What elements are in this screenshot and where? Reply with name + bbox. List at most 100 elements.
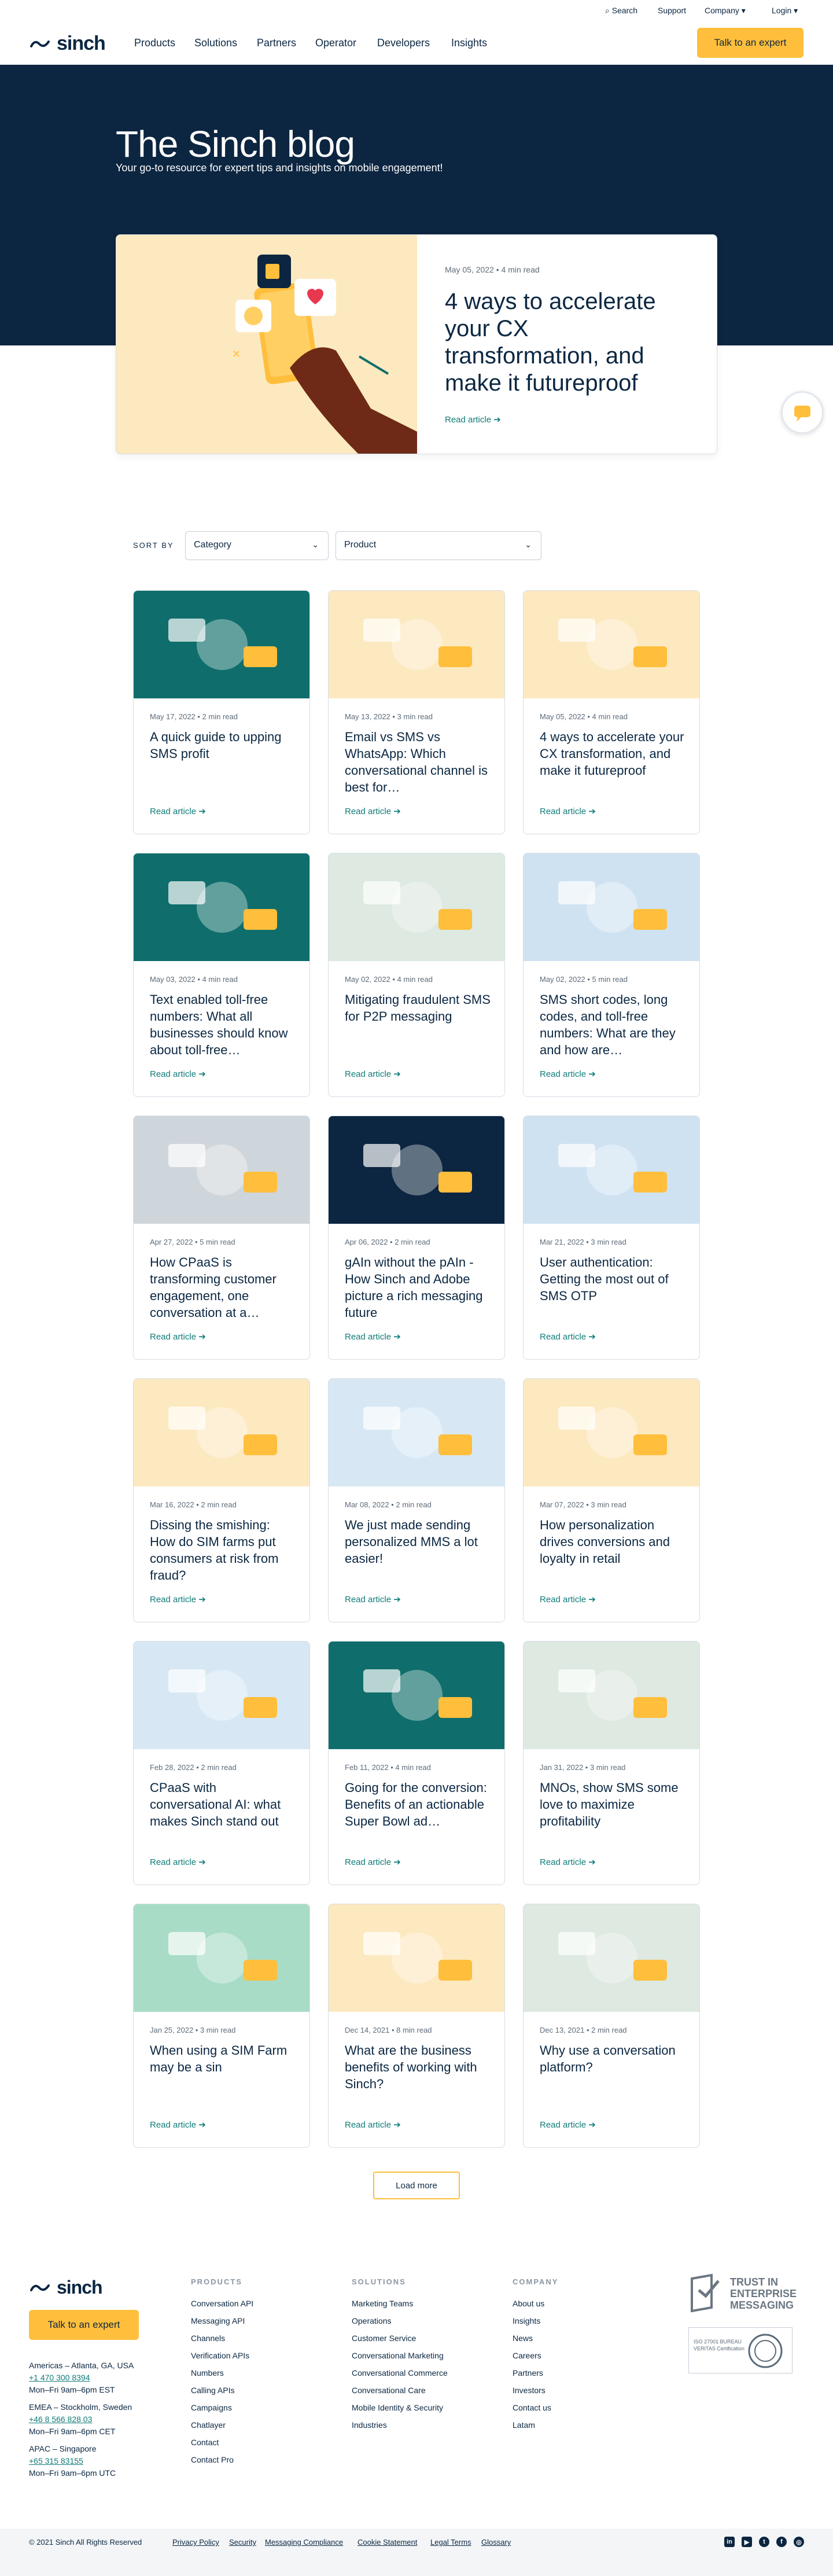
legal-terms-link[interactable]: Legal Terms [430,2538,471,2546]
article-card[interactable]: Mar 07, 2022 • 3 min read How personaliza… [523,1378,700,1622]
article-title[interactable]: SMS short codes, long codes, and toll-fr… [540,991,685,1058]
article-title[interactable]: User authentication: Getting the most ou… [540,1254,685,1304]
footer-link[interactable]: Conversational Marketing [352,2347,448,2364]
article-card[interactable]: Apr 27, 2022 • 5 min read How CPaaS is tr… [133,1116,310,1360]
footer-link[interactable]: Contact us [513,2399,551,2416]
read-article-link[interactable]: Read article ➔ [345,1069,401,1079]
article-card[interactable]: Apr 06, 2022 • 2 min read gAIn without th… [328,1116,505,1360]
glossary-link[interactable]: Glossary [481,2538,511,2546]
read-article-link[interactable]: Read article ➔ [540,806,596,816]
article-title[interactable]: gAIn without the pAIn - How Sinch and Ad… [345,1254,491,1321]
featured-title[interactable]: 4 ways to accelerate your CX transformat… [445,288,688,397]
security-link[interactable]: Security [229,2538,256,2546]
article-title[interactable]: Text enabled toll-free numbers: What all… [150,991,296,1058]
footer-link[interactable]: Industries [352,2416,448,2434]
product-select[interactable]: Product ⌄ [336,531,541,560]
cookie-statement-link[interactable]: Cookie Statement [357,2538,417,2546]
read-article-link[interactable]: Read article ➔ [345,1857,401,1867]
youtube-icon[interactable]: ▶ [742,2537,752,2547]
article-card[interactable]: Jan 25, 2022 • 3 min read When using a SI… [133,1904,310,2148]
article-card[interactable]: Mar 08, 2022 • 2 min read We just made se… [328,1378,505,1622]
article-card[interactable]: May 02, 2022 • 5 min read SMS short codes… [523,853,700,1097]
facebook-icon[interactable]: f [776,2537,787,2547]
footer-link[interactable]: Conversational Commerce [352,2364,448,2382]
read-article-link[interactable]: Read article ➔ [150,1331,206,1342]
article-title[interactable]: We just made sending personalized MMS a … [345,1517,491,1567]
footer-link[interactable]: Chatlayer [191,2416,253,2434]
category-select[interactable]: Category ⌄ [185,531,329,560]
read-article-link[interactable]: Read article ➔ [540,1331,596,1342]
nav-developers[interactable]: Developers [377,37,430,49]
support-link[interactable]: Support [658,6,686,15]
footer-link[interactable]: Insights [513,2312,551,2330]
footer-link[interactable]: Marketing Teams [352,2295,448,2312]
nav-solutions[interactable]: Solutions [194,37,237,49]
footer-link[interactable]: Mobile Identity & Security [352,2399,448,2416]
footer-talk-to-expert-button[interactable]: Talk to an expert [29,2310,139,2340]
read-article-link[interactable]: Read article ➔ [540,1069,596,1079]
article-title[interactable]: Email vs SMS vs WhatsApp: Which conversa… [345,728,491,796]
footer-link[interactable]: Calling APIs [191,2382,253,2399]
article-card[interactable]: May 17, 2022 • 2 min read A quick guide t… [133,590,310,834]
footer-link[interactable]: Conversation API [191,2295,253,2312]
featured-read-link[interactable]: Read article ➔ [445,414,501,425]
article-title[interactable]: Why use a conversation platform? [540,2042,685,2075]
footer-link[interactable]: Latam [513,2416,551,2434]
article-card[interactable]: May 03, 2022 • 4 min read Text enabled to… [133,853,310,1097]
article-title[interactable]: MNOs, show SMS some love to maximize pro… [540,1779,685,1830]
article-title[interactable]: When using a SIM Farm may be a sin [150,2042,296,2075]
read-article-link[interactable]: Read article ➔ [150,1857,206,1867]
read-article-link[interactable]: Read article ➔ [540,2119,596,2130]
nav-operator[interactable]: Operator [315,37,356,49]
article-title[interactable]: How personalization drives conversions a… [540,1517,685,1567]
twitter-icon[interactable]: t [759,2537,769,2547]
messaging-compliance-link[interactable]: Messaging Compliance [265,2538,343,2546]
article-card[interactable]: Dec 14, 2021 • 8 min read What are the bu… [328,1904,505,2148]
nav-partners[interactable]: Partners [257,37,296,49]
instagram-icon[interactable]: ◎ [794,2537,804,2547]
nav-insights[interactable]: Insights [451,37,487,49]
article-title[interactable]: How CPaaS is transforming customer engag… [150,1254,296,1321]
article-card[interactable]: May 13, 2022 • 3 min read Email vs SMS vs… [328,590,505,834]
company-menu[interactable]: Company ▾ [705,6,746,16]
footer-link[interactable]: Operations [352,2312,448,2330]
article-card[interactable]: Jan 31, 2022 • 3 min read MNOs, show SMS … [523,1641,700,1885]
article-card[interactable]: Mar 21, 2022 • 3 min read User authentica… [523,1116,700,1360]
privacy-policy-link[interactable]: Privacy Policy [172,2538,219,2546]
article-title[interactable]: Going for the conversion: Benefits of an… [345,1779,491,1830]
article-title[interactable]: Dissing the smishing: How do SIM farms p… [150,1517,296,1584]
search-link[interactable]: ⌕ Search [605,6,637,16]
article-title[interactable]: Mitigating fraudulent SMS for P2P messag… [345,991,491,1025]
load-more-button[interactable]: Load more [373,2172,460,2199]
article-card[interactable]: Dec 13, 2021 • 2 min read Why use a conve… [523,1904,700,2148]
footer-link[interactable]: Channels [191,2330,253,2347]
read-article-link[interactable]: Read article ➔ [345,806,401,816]
footer-link[interactable]: News [513,2330,551,2347]
phone-link[interactable]: +1 470 300 8394 [29,2372,134,2384]
read-article-link[interactable]: Read article ➔ [540,1594,596,1605]
footer-link[interactable]: Campaigns [191,2399,253,2416]
phone-link[interactable]: +65 315 83155 [29,2455,116,2467]
footer-link[interactable]: About us [513,2295,551,2312]
footer-link[interactable]: Messaging API [191,2312,253,2330]
article-title[interactable]: What are the business benefits of workin… [345,2042,491,2092]
footer-link[interactable]: Verification APIs [191,2347,253,2364]
read-article-link[interactable]: Read article ➔ [345,1331,401,1342]
read-article-link[interactable]: Read article ➔ [150,1069,206,1079]
article-card[interactable]: Feb 28, 2022 • 2 min read CPaaS with conv… [133,1641,310,1885]
article-card[interactable]: Feb 11, 2022 • 4 min read Going for the c… [328,1641,505,1885]
read-article-link[interactable]: Read article ➔ [150,1594,206,1605]
footer-link[interactable]: Careers [513,2347,551,2364]
talk-to-expert-button[interactable]: Talk to an expert [697,28,803,58]
read-article-link[interactable]: Read article ➔ [345,1594,401,1605]
footer-sinch-logo[interactable]: sinch [29,2277,103,2298]
article-card[interactable]: May 05, 2022 • 4 min read 4 ways to accel… [523,590,700,834]
footer-link[interactable]: Contact Pro [191,2451,253,2468]
article-card[interactable]: Mar 16, 2022 • 2 min read Dissing the smi… [133,1378,310,1622]
footer-link[interactable]: Customer Service [352,2330,448,2347]
featured-article[interactable]: ✕ May 05, 2022 • 4 min read 4 ways to ac… [116,234,717,454]
article-title[interactable]: 4 ways to accelerate your CX transformat… [540,728,685,779]
phone-link[interactable]: +46 8 566 828 03 [29,2413,132,2426]
article-title[interactable]: CPaaS with conversational AI: what makes… [150,1779,296,1830]
read-article-link[interactable]: Read article ➔ [540,1857,596,1867]
